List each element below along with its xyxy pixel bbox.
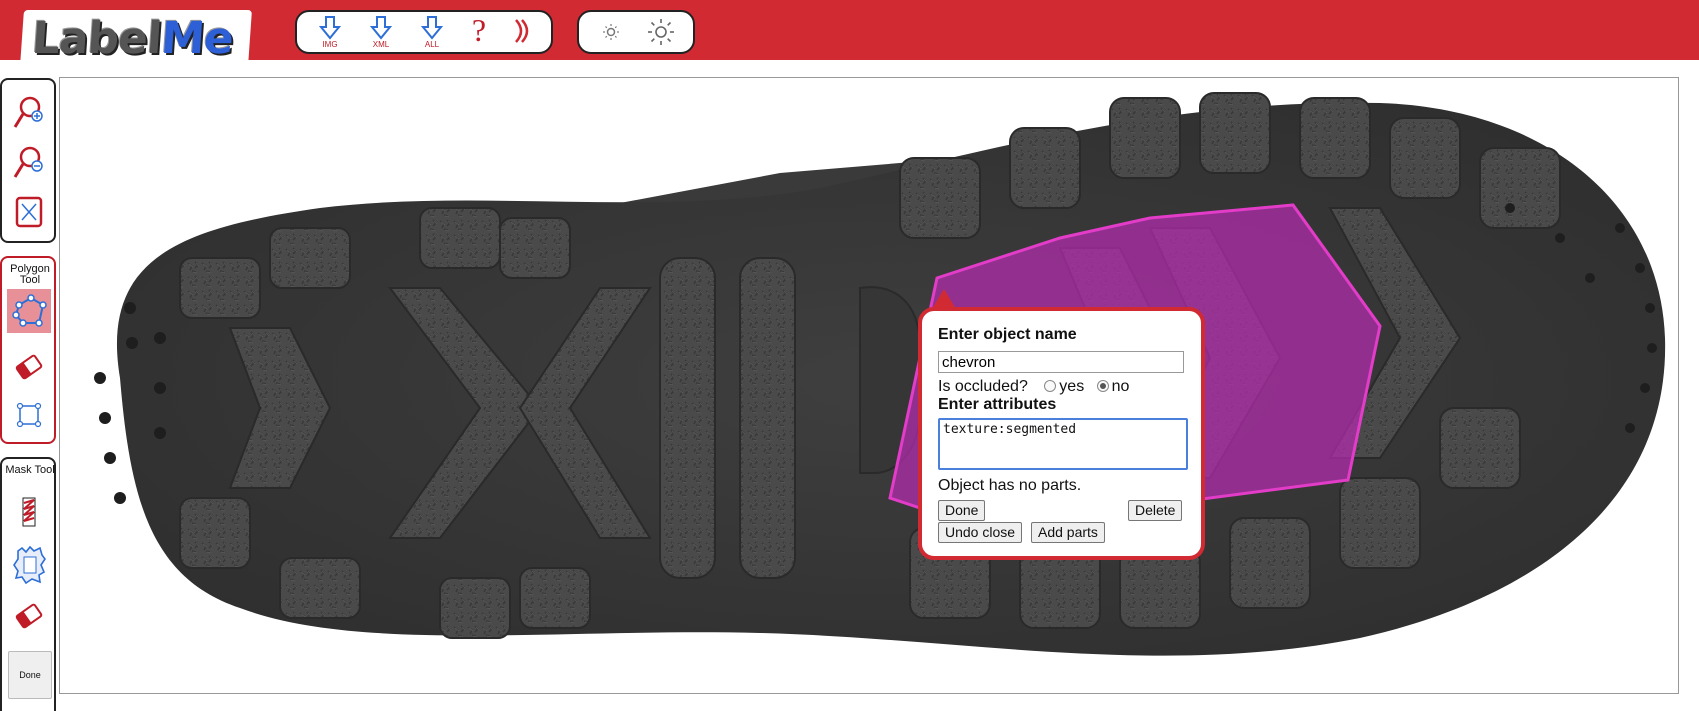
bounding-box-icon [16, 402, 42, 428]
parts-status: Object has no parts. [938, 477, 1082, 494]
mask-eraser-button[interactable] [12, 599, 46, 633]
polygon-tools-panel: Polygon Tool [0, 256, 56, 444]
polygon-tool-label: Polygon Tool [10, 263, 50, 286]
download-arrow-icon [421, 16, 443, 40]
zoom-tools-panel [0, 78, 56, 243]
attributes-textarea[interactable]: texture:segmented [938, 418, 1188, 470]
occluded-no-label: no [1111, 378, 1130, 395]
add-parts-button[interactable]: Add parts [1031, 522, 1105, 543]
shoe-sole-image [94, 92, 1666, 656]
labelme-logo[interactable]: LabelMe [20, 10, 252, 66]
scribble-brush-button[interactable] [12, 495, 46, 529]
occluded-label: Is occluded? [938, 378, 1028, 395]
download-image-button[interactable]: IMG [310, 16, 350, 52]
zoom-out-icon [13, 146, 43, 178]
download-arrow-icon [319, 16, 341, 40]
bounding-box-button[interactable] [12, 398, 46, 432]
occluded-yes-radio[interactable] [1044, 380, 1057, 392]
fit-image-button[interactable] [12, 194, 46, 228]
object-name-label: Enter object name [938, 326, 1077, 343]
sun-small-icon [603, 24, 619, 40]
next-chevrons-icon [515, 19, 529, 43]
mask-tools-panel: Mask Tool Done [0, 457, 56, 711]
zoom-out-button[interactable] [12, 144, 46, 178]
download-xml-button[interactable]: XML [361, 16, 401, 52]
logo-text: LabelMe [30, 13, 235, 64]
zoom-in-icon [13, 96, 43, 128]
occluded-yes-label: yes [1059, 378, 1085, 395]
next-image-button[interactable] [503, 16, 543, 52]
eraser-icon [15, 603, 43, 629]
brush-icon [22, 497, 36, 527]
download-all-button[interactable]: ALL [412, 16, 452, 52]
polygon-tool-button[interactable] [11, 293, 47, 327]
decrease-brightness-button[interactable] [591, 18, 631, 54]
fit-to-screen-icon [15, 196, 43, 228]
polygon-eraser-button[interactable] [12, 350, 46, 384]
object-name-input[interactable] [938, 351, 1184, 373]
attributes-label: Enter attributes [938, 396, 1057, 413]
delete-button[interactable]: Delete [1128, 500, 1183, 521]
object-name-dialog: Enter object name Is occluded? yes no En… [918, 307, 1205, 560]
occluded-row: Is occluded? yes no [938, 378, 1129, 396]
mask-done-button[interactable]: Done [8, 651, 52, 699]
increase-brightness-button[interactable] [641, 16, 681, 52]
help-button[interactable]: ? [459, 12, 499, 48]
brightness-toolbar-group [577, 10, 695, 54]
done-button[interactable]: Done [938, 500, 986, 521]
top-toolbar: LabelMe IMG XML ALL ? [0, 0, 1699, 66]
polygon-icon [12, 294, 47, 327]
zoom-in-button[interactable] [12, 94, 46, 128]
occluded-no-radio[interactable] [1096, 380, 1109, 392]
mask-region-button[interactable] [12, 545, 46, 585]
dialog-pointer [932, 289, 956, 309]
mask-region-icon [13, 545, 46, 585]
eraser-icon [15, 354, 43, 380]
image-canvas[interactable] [59, 77, 1679, 694]
download-toolbar-group: IMG XML ALL ? [295, 10, 553, 54]
question-mark-icon: ? [471, 12, 487, 48]
download-arrow-icon [370, 16, 392, 40]
mask-tool-label: Mask Tool [5, 464, 55, 476]
sun-large-icon [648, 19, 674, 45]
undo-close-button[interactable]: Undo close [938, 522, 1023, 543]
